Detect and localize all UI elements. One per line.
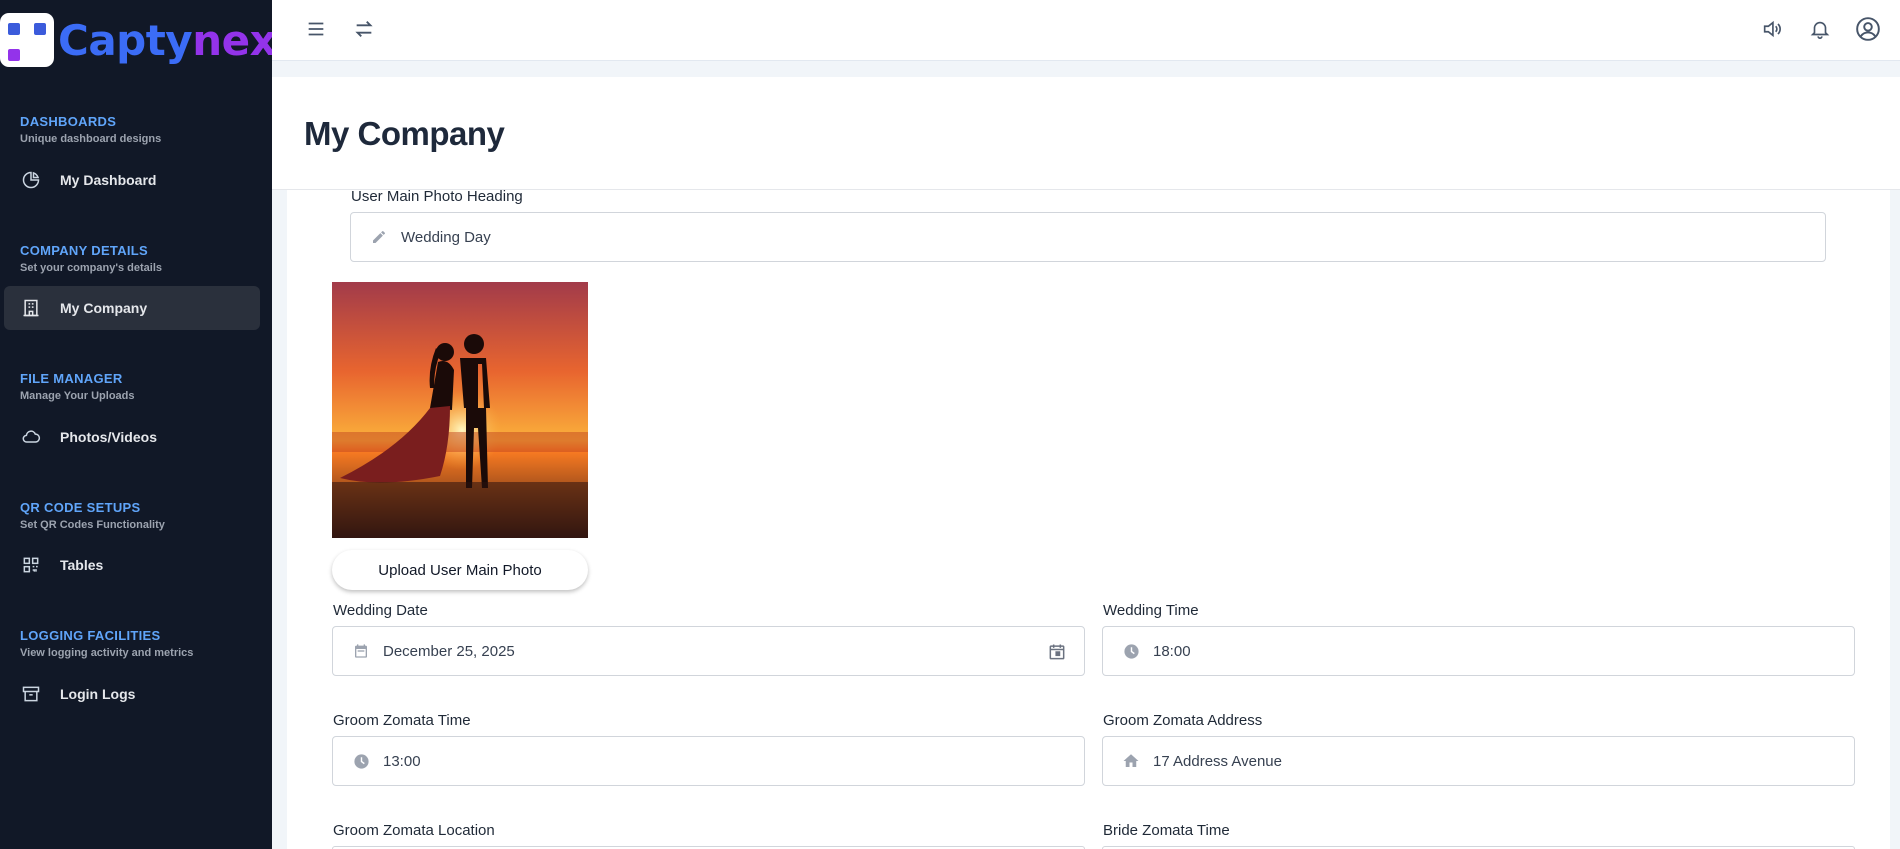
groom-zomata-address-input[interactable]: 17 Address Avenue	[1102, 736, 1855, 786]
sidebar-item-login-logs[interactable]: Login Logs	[4, 672, 260, 716]
clock-icon	[351, 751, 371, 771]
photo-heading-input[interactable]: Wedding Day	[350, 212, 1826, 262]
sidebar-item-photos-videos[interactable]: Photos/Videos	[4, 415, 260, 459]
logo-mark-icon	[0, 13, 54, 67]
section-subtitle-file-manager: Manage Your Uploads	[20, 390, 135, 402]
section-title-qr-code-setups: QR CODE SETUPS	[20, 500, 141, 515]
archive-icon	[20, 683, 42, 705]
groom-zomata-time-input[interactable]: 13:00	[332, 736, 1085, 786]
photo-heading-value: Wedding Day	[401, 228, 491, 246]
section-subtitle-qr-code-setups: Set QR Codes Functionality	[20, 519, 165, 531]
sidebar-item-label: Tables	[60, 557, 104, 573]
sidebar-item-label: My Company	[60, 300, 148, 316]
date-picker-icon[interactable]	[1046, 641, 1068, 663]
wedding-time-value: 18:00	[1153, 642, 1191, 660]
menu-icon[interactable]	[302, 15, 330, 43]
section-subtitle-company-details: Set your company's details	[20, 262, 162, 274]
sidebar-item-my-company[interactable]: My Company	[4, 286, 260, 330]
section-title-dashboards: DASHBOARDS	[20, 114, 117, 129]
bell-icon[interactable]	[1806, 15, 1834, 43]
wedding-time-label: Wedding Time	[1103, 602, 1199, 619]
brand-logo[interactable]: Captynex	[0, 12, 277, 68]
clock-icon	[1121, 641, 1141, 661]
groom-zomata-address-label: Groom Zomata Address	[1103, 712, 1263, 729]
wedding-time-input[interactable]: 18:00	[1102, 626, 1855, 676]
section-title-logging-facilities: LOGGING FACILITIES	[20, 628, 161, 643]
wedding-date-label: Wedding Date	[333, 602, 428, 619]
user-circle-icon[interactable]	[1854, 15, 1882, 43]
swap-icon[interactable]	[350, 15, 378, 43]
sidebar: Captynex DASHBOARDS Unique dashboard des…	[0, 0, 277, 849]
brand-name: Captynex	[58, 15, 277, 65]
page-header: My Company	[272, 77, 1900, 190]
sidebar-item-label: Login Logs	[60, 686, 136, 702]
page-title: My Company	[304, 115, 505, 152]
sidebar-item-my-dashboard[interactable]: My Dashboard	[4, 158, 260, 202]
sidebar-item-label: My Dashboard	[60, 172, 157, 188]
main-photo-preview	[332, 282, 588, 538]
pencil-icon	[369, 227, 389, 247]
upload-main-photo-button[interactable]: Upload User Main Photo	[332, 550, 588, 590]
groom-zomata-address-value: 17 Address Avenue	[1153, 752, 1282, 770]
wedding-date-value: December 25, 2025	[383, 642, 515, 660]
pie-chart-icon	[20, 169, 42, 191]
top-bar	[272, 0, 1900, 61]
groom-zomata-time-label: Groom Zomata Time	[333, 712, 471, 729]
calendar-icon	[351, 641, 371, 661]
groom-zomata-location-label: Groom Zomata Location	[333, 822, 495, 839]
wedding-date-input[interactable]: December 25, 2025	[332, 626, 1085, 676]
section-subtitle-dashboards: Unique dashboard designs	[20, 133, 162, 145]
building-icon	[20, 297, 42, 319]
groom-zomata-time-value: 13:00	[383, 752, 421, 770]
section-subtitle-logging-facilities: View logging activity and metrics	[20, 647, 194, 659]
bride-zomata-time-label: Bride Zomata Time	[1103, 822, 1230, 839]
section-title-company-details: COMPANY DETAILS	[20, 243, 149, 258]
cloud-icon	[20, 426, 42, 448]
qr-code-icon	[20, 554, 42, 576]
speaker-icon[interactable]	[1758, 15, 1786, 43]
photo-heading-label: User Main Photo Heading	[351, 188, 523, 205]
home-icon	[1121, 751, 1141, 771]
sidebar-item-tables[interactable]: Tables	[4, 543, 260, 587]
section-title-file-manager: FILE MANAGER	[20, 371, 123, 386]
sidebar-item-label: Photos/Videos	[60, 429, 157, 445]
